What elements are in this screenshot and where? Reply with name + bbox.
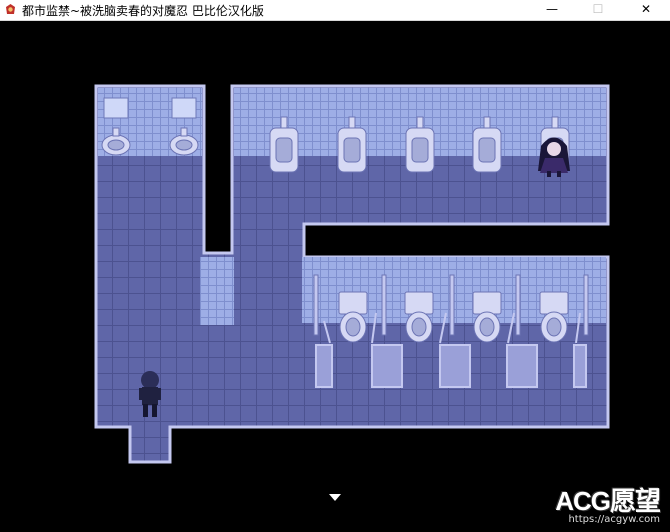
maximize-button[interactable]: ☐ [576, 0, 620, 20]
watermark: ACG愿望 https://acgyw.com [555, 486, 661, 526]
game-app-icon [6, 4, 15, 14]
continue-arrow-icon[interactable] [329, 494, 341, 501]
watermark-url: https://acgyw.com [568, 514, 660, 525]
window-titlebar: 都市监禁~被洗脑卖春的对魔忍 巴比伦汉化版 — ☐ ✕ [0, 0, 670, 21]
game-viewport[interactable]: ACG愿望 https://acgyw.com [0, 21, 670, 532]
watermark-brand: ACG愿望 [555, 486, 661, 516]
corridor-wall [200, 257, 234, 325]
window-title: 都市监禁~被洗脑卖春的对魔忍 巴比伦汉化版 [22, 4, 264, 18]
restroom-map [94, 84, 610, 464]
close-button[interactable]: ✕ [624, 0, 668, 20]
minimize-button[interactable]: — [530, 0, 574, 20]
